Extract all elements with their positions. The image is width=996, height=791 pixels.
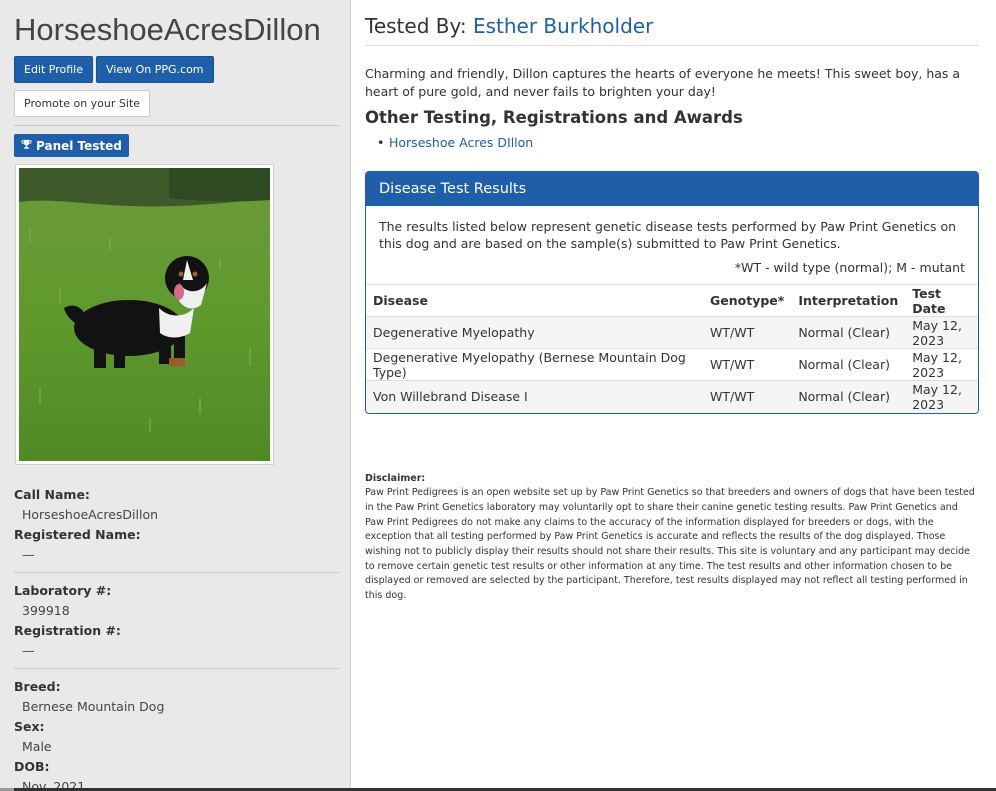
view-on-ppg-button[interactable]: View On PPG.com xyxy=(96,56,214,83)
tested-by-heading: Tested By: Esther Burkholder xyxy=(365,12,979,42)
dob-label: DOB: xyxy=(14,759,50,774)
registration-label: Registration #: xyxy=(14,623,121,638)
disease-cell: Degenerative Myelopathy (Bernese Mountai… xyxy=(366,348,703,381)
interpretation-cell: Normal (Clear) xyxy=(791,380,906,413)
column-header-disease: Disease xyxy=(366,284,703,317)
column-header-test-date: Test Date xyxy=(905,284,978,317)
divider xyxy=(14,668,339,669)
dog-photo xyxy=(15,164,274,465)
genotype-cell: WT/WT xyxy=(703,380,792,413)
tester-name-link[interactable]: Esther Burkholder xyxy=(473,14,653,38)
dog-details: Call Name: HorseshoeAcresDillon Register… xyxy=(14,485,339,791)
disease-cell: Degenerative Myelopathy xyxy=(366,316,703,349)
profile-button-row: Edit Profile View On PPG.com xyxy=(14,56,338,83)
tested-by-label: Tested By: xyxy=(365,14,467,38)
results-table: Disease Genotype* Interpretation Test Da… xyxy=(366,284,978,413)
table-row: Degenerative Myelopathy (Bernese Mountai… xyxy=(366,348,978,381)
call-name-label: Call Name: xyxy=(14,487,90,502)
genotype-cell: WT/WT xyxy=(703,316,792,349)
registered-name-value: — xyxy=(22,547,35,562)
column-header-genotype: Genotype* xyxy=(703,284,792,317)
other-testing-heading: Other Testing, Registrations and Awards xyxy=(365,108,743,127)
registration-link[interactable]: Horseshoe Acres DIllon xyxy=(389,135,533,150)
column-header-interpretation: Interpretation xyxy=(791,284,906,317)
divider xyxy=(14,125,339,126)
test-date-cell: May 12, 2023 xyxy=(905,380,978,413)
dog-description: Charming and friendly, Dillon captures t… xyxy=(365,66,961,99)
disease-results-panel: Disease Test Results The results listed … xyxy=(365,171,979,414)
disease-cell: Von Willebrand Disease I xyxy=(366,380,703,413)
table-row: Degenerative Myelopathy WT/WT Normal (Cl… xyxy=(366,316,978,349)
test-date-cell: May 12, 2023 xyxy=(905,348,978,381)
call-name-value: HorseshoeAcresDillon xyxy=(22,507,159,522)
dog-name-title: HorseshoeAcresDillon xyxy=(14,12,321,47)
edit-profile-button[interactable]: Edit Profile xyxy=(14,56,94,83)
divider xyxy=(365,45,979,46)
sex-value: Male xyxy=(22,739,52,754)
trophy-icon xyxy=(21,139,32,153)
profile-sidebar: HorseshoeAcresDillon Edit Profile View O… xyxy=(0,0,351,791)
genotype-cell: WT/WT xyxy=(703,348,792,381)
laboratory-label: Laboratory #: xyxy=(14,583,112,598)
divider xyxy=(14,572,339,573)
panel-title: Disease Test Results xyxy=(366,172,978,206)
breed-label: Breed: xyxy=(14,679,61,694)
disclaimer-title: Disclaimer: xyxy=(365,472,426,484)
table-header-row: Disease Genotype* Interpretation Test Da… xyxy=(366,284,978,317)
other-testing-list: Horseshoe Acres DIllon xyxy=(377,135,979,150)
panel-tested-badge: Panel Tested xyxy=(14,134,129,157)
panel-intro: The results listed below represent genet… xyxy=(379,219,957,251)
breed-value: Bernese Mountain Dog xyxy=(22,699,165,714)
sex-label: Sex: xyxy=(14,719,45,734)
disclaimer-text: Paw Print Pedigrees is an open website s… xyxy=(365,487,975,602)
registration-value: — xyxy=(22,643,35,658)
table-row: Von Willebrand Disease I WT/WT Normal (C… xyxy=(366,380,978,413)
laboratory-value: 399918 xyxy=(22,603,70,618)
list-item: Horseshoe Acres DIllon xyxy=(377,135,979,150)
panel-body: The results listed below represent genet… xyxy=(366,206,978,284)
panel-tested-label: Panel Tested xyxy=(36,138,122,153)
disclaimer: Disclaimer: Paw Print Pedigrees is an op… xyxy=(365,472,979,604)
registered-name-label: Registered Name: xyxy=(14,527,141,542)
main-content: Tested By: Esther Burkholder Charming an… xyxy=(365,0,979,604)
test-date-cell: May 12, 2023 xyxy=(905,316,978,349)
interpretation-cell: Normal (Clear) xyxy=(791,348,906,381)
promote-button[interactable]: Promote on your Site xyxy=(14,90,151,117)
genotype-legend: *WT - wild type (normal); M - mutant xyxy=(734,260,965,275)
interpretation-cell: Normal (Clear) xyxy=(791,316,906,349)
